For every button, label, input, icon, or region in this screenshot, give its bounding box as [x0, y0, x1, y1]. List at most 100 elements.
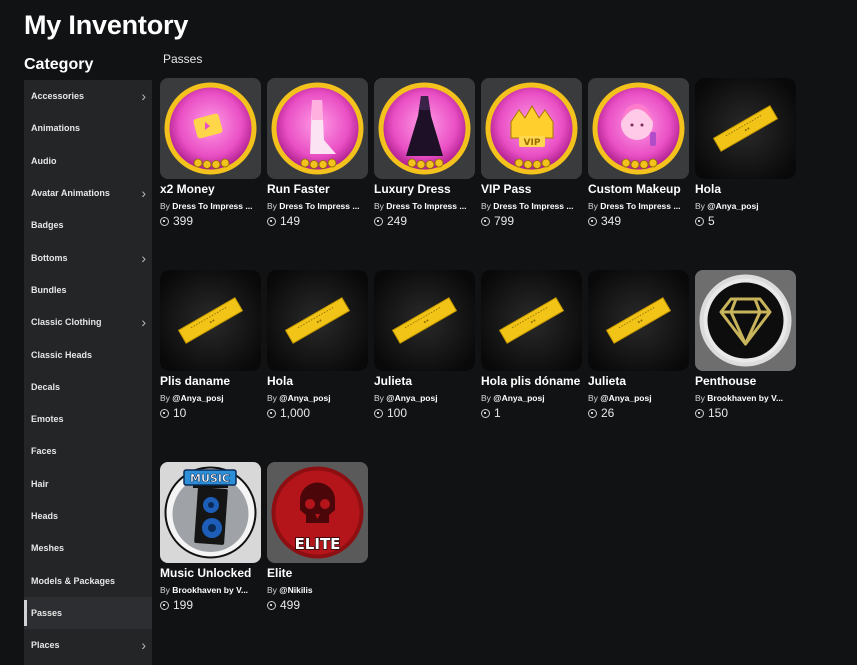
- pass-card[interactable]: Luxury Dress By Dress To Impress ... 249: [374, 78, 476, 228]
- pass-price: 149: [267, 214, 369, 228]
- sidebar-item-hair[interactable]: Hair: [24, 468, 152, 500]
- pass-name[interactable]: Julieta: [588, 373, 690, 389]
- creator-link[interactable]: Dress To Impress ...: [386, 201, 466, 211]
- sidebar-item-avatar-animations[interactable]: Avatar Animations ›: [24, 177, 152, 209]
- pass-card[interactable]: MUSIC Music Unlocked By Brookhaven by V...…: [160, 462, 262, 612]
- pass-creator: By Brookhaven by V...: [695, 393, 795, 403]
- pass-price: 499: [267, 598, 369, 612]
- pass-name[interactable]: Hola: [267, 373, 369, 389]
- sidebar-item-label: Animations: [31, 123, 81, 134]
- sidebar-item-emotes[interactable]: Emotes: [24, 403, 152, 435]
- skull-elite-icon: ELITE: [267, 462, 368, 563]
- sidebar-item-models-packages[interactable]: Models & Packages: [24, 564, 152, 596]
- pass-name[interactable]: Plis daname: [160, 373, 262, 389]
- creator-link[interactable]: @Anya_posj: [493, 393, 544, 403]
- creator-link[interactable]: Brookhaven by V...: [707, 393, 783, 403]
- chevron-right-icon: ›: [141, 88, 146, 105]
- gold-ticket-icon: [267, 270, 368, 371]
- pass-card[interactable]: VIP VIP Pass By Dress To Impress ... 799: [481, 78, 583, 228]
- price-value: 349: [601, 214, 622, 228]
- pass-card[interactable]: Run Faster By Dress To Impress ... 149: [267, 78, 369, 228]
- robux-icon: [374, 408, 383, 418]
- pass-thumbnail[interactable]: [267, 270, 368, 371]
- creator-link[interactable]: @Anya_posj: [172, 393, 223, 403]
- pass-thumbnail[interactable]: [588, 270, 689, 371]
- creator-link[interactable]: Dress To Impress ...: [600, 201, 680, 211]
- pass-name[interactable]: Hola plis dóname: [481, 373, 583, 389]
- creator-link[interactable]: @Anya_posj: [386, 393, 437, 403]
- sidebar-item-meshes[interactable]: Meshes: [24, 532, 152, 564]
- pass-card[interactable]: Julieta By @Anya_posj 26: [588, 270, 690, 420]
- pass-thumbnail[interactable]: [160, 78, 261, 179]
- creator-link[interactable]: Dress To Impress ...: [172, 201, 252, 211]
- sidebar-item-bundles[interactable]: Bundles: [24, 274, 152, 306]
- pass-name[interactable]: Music Unlocked: [160, 565, 262, 581]
- pass-card[interactable]: Hola By @Anya_posj 5: [695, 78, 797, 228]
- pass-price: 10: [160, 406, 262, 420]
- pass-name[interactable]: Custom Makeup: [588, 181, 690, 197]
- creator-link[interactable]: @Anya_posj: [279, 393, 330, 403]
- pass-thumbnail[interactable]: [374, 78, 475, 179]
- creator-link[interactable]: Dress To Impress ...: [279, 201, 359, 211]
- pass-thumbnail[interactable]: ELITE: [267, 462, 368, 563]
- sidebar-item-badges[interactable]: Badges: [24, 209, 152, 241]
- pass-thumbnail[interactable]: [695, 78, 796, 179]
- creator-link[interactable]: @Anya_posj: [600, 393, 651, 403]
- pass-thumbnail[interactable]: [481, 270, 582, 371]
- sidebar-item-heads[interactable]: Heads: [24, 500, 152, 532]
- by-label: By: [160, 585, 170, 595]
- robux-icon: [481, 408, 490, 418]
- pass-thumbnail[interactable]: [695, 270, 796, 371]
- pass-name[interactable]: Hola: [695, 181, 797, 197]
- creator-link[interactable]: @Nikilis: [279, 585, 312, 595]
- sidebar-item-label: Passes: [31, 607, 63, 618]
- pass-card[interactable]: x2 Money By Dress To Impress ... 399: [160, 78, 262, 228]
- pass-card[interactable]: ELITE Elite By @Nikilis 499: [267, 462, 369, 612]
- pass-price: 799: [481, 214, 583, 228]
- sidebar-item-classic-heads[interactable]: Classic Heads: [24, 338, 152, 370]
- sidebar-item-passes[interactable]: Passes: [24, 596, 152, 630]
- pass-name[interactable]: x2 Money: [160, 181, 262, 197]
- by-label: By: [160, 393, 170, 403]
- sidebar-item-classic-clothing[interactable]: Classic Clothing ›: [24, 306, 152, 338]
- sidebar-item-faces[interactable]: Faces: [24, 435, 152, 467]
- pass-card[interactable]: Custom Makeup By Dress To Impress ... 349: [588, 78, 690, 228]
- creator-link[interactable]: @Anya_posj: [707, 201, 758, 211]
- price-value: 499: [280, 598, 301, 612]
- robux-icon: [160, 216, 169, 226]
- sidebar-item-decals[interactable]: Decals: [24, 371, 152, 403]
- category-sidebar: Accessories › Animations Audio Avatar Animat…: [24, 80, 152, 665]
- robux-icon: [267, 600, 276, 610]
- pass-card[interactable]: Plis daname By @Anya_posj 10: [160, 270, 262, 420]
- pass-price: 26: [588, 406, 690, 420]
- pass-card[interactable]: Hola plis dóname By @Anya_posj 1: [481, 270, 583, 420]
- chevron-right-icon: ›: [141, 314, 146, 331]
- creator-link[interactable]: Dress To Impress ...: [493, 201, 573, 211]
- pass-name[interactable]: Run Faster: [267, 181, 369, 197]
- sidebar-item-animations[interactable]: Animations: [24, 112, 152, 144]
- pass-thumbnail[interactable]: MUSIC: [160, 462, 261, 563]
- sidebar-item-places[interactable]: Places ›: [24, 629, 152, 661]
- pass-name[interactable]: Julieta: [374, 373, 476, 389]
- robux-icon: [588, 216, 597, 226]
- pass-card[interactable]: Penthouse By Brookhaven by V... 150: [695, 270, 797, 420]
- pass-card[interactable]: Julieta By @Anya_posj 100: [374, 270, 476, 420]
- by-label: By: [267, 201, 277, 211]
- pass-name[interactable]: Elite: [267, 565, 369, 581]
- pass-name[interactable]: VIP Pass: [481, 181, 583, 197]
- pass-name[interactable]: Penthouse: [695, 373, 797, 389]
- by-label: By: [588, 393, 598, 403]
- pass-thumbnail[interactable]: [588, 78, 689, 179]
- pass-name[interactable]: Luxury Dress: [374, 181, 476, 197]
- pass-card[interactable]: Hola By @Anya_posj 1,000: [267, 270, 369, 420]
- sidebar-item-bottoms[interactable]: Bottoms ›: [24, 241, 152, 273]
- by-label: By: [695, 393, 705, 403]
- pass-thumbnail[interactable]: [374, 270, 475, 371]
- pass-thumbnail[interactable]: [267, 78, 368, 179]
- pass-thumbnail[interactable]: VIP: [481, 78, 582, 179]
- pass-thumbnail[interactable]: [160, 270, 261, 371]
- creator-link[interactable]: Brookhaven by V...: [172, 585, 248, 595]
- sidebar-item-label: Badges: [31, 220, 64, 231]
- sidebar-item-audio[interactable]: Audio: [24, 145, 152, 177]
- sidebar-item-accessories[interactable]: Accessories ›: [24, 80, 152, 112]
